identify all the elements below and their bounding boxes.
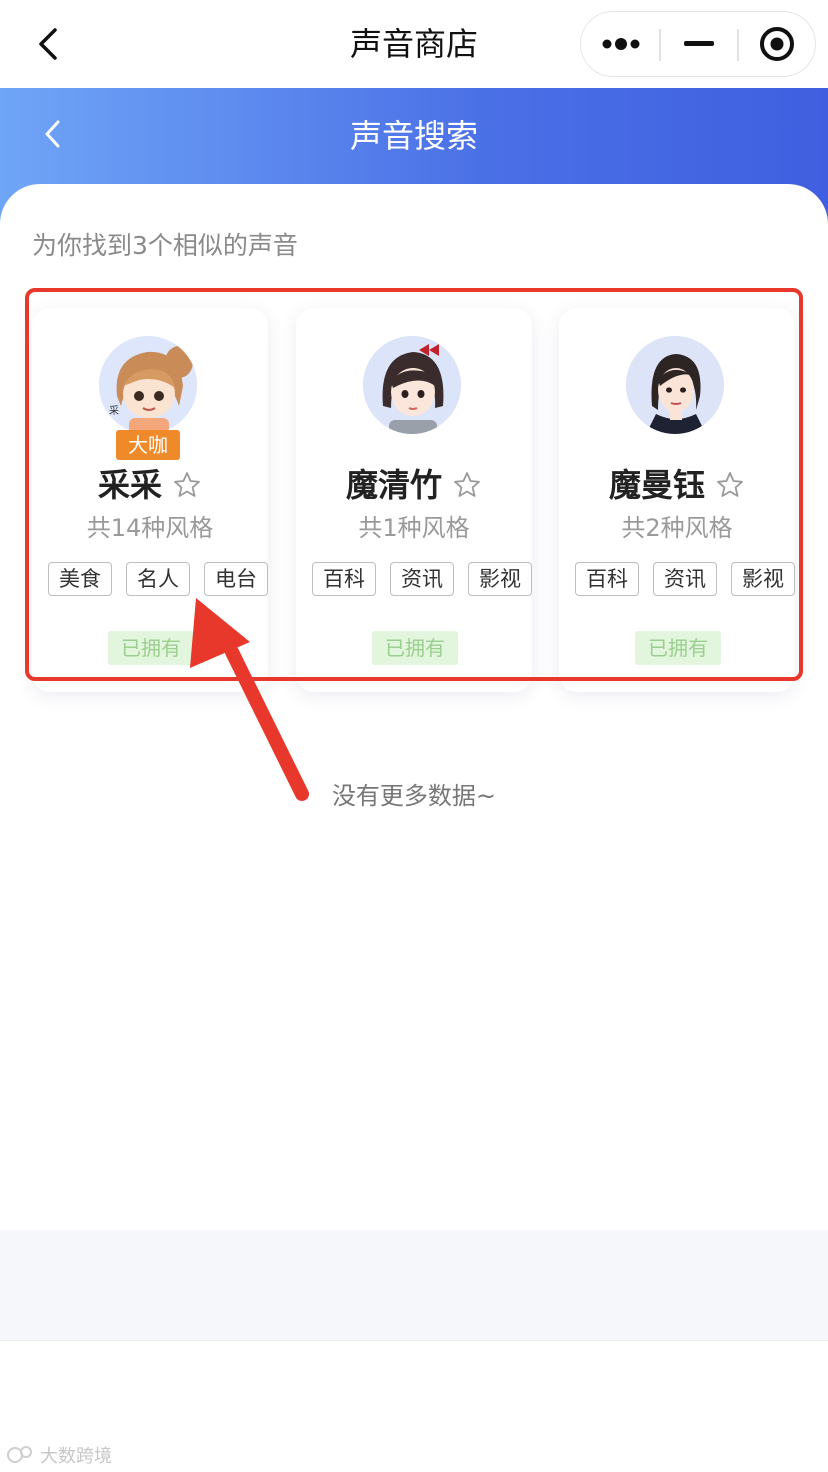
voice-name: 采采 [97, 466, 162, 504]
avatar: 采 [99, 336, 197, 434]
voice-card[interactable]: 魔清竹 共1种风格 百科 资讯 影视 已拥有 [296, 308, 532, 692]
avatar [626, 336, 724, 434]
svg-text:采: 采 [109, 405, 119, 417]
owned-badge: 已拥有 [372, 631, 458, 665]
voice-name: 魔清竹 [345, 466, 442, 504]
star-icon[interactable] [172, 470, 202, 500]
name-row: 魔曼钰 [559, 462, 795, 508]
avatar [363, 336, 461, 434]
watermark-text: 大数跨境 [40, 1446, 112, 1467]
nav-bar: 声音商店 [0, 0, 828, 88]
more-button[interactable] [581, 12, 661, 76]
style-count: 共2种风格 [621, 514, 733, 542]
voice-card[interactable]: 采 大咖 采采 共14种风格 美食 名人 电台 已拥有 [32, 308, 268, 692]
style-count: 共1种风格 [358, 514, 470, 542]
header-title: 声音搜索 [349, 117, 478, 155]
tag[interactable]: 资讯 [390, 562, 454, 596]
tag[interactable]: 百科 [312, 562, 376, 596]
tag[interactable]: 影视 [731, 562, 795, 596]
name-row: 魔清竹 [296, 462, 532, 508]
tag[interactable]: 电台 [204, 562, 268, 596]
tag[interactable]: 百科 [575, 562, 639, 596]
target-close-icon [760, 27, 794, 61]
star-icon[interactable] [715, 470, 745, 500]
no-more-data-text: 没有更多数据~ [331, 782, 497, 810]
owned-badge: 已拥有 [635, 631, 721, 665]
voice-card[interactable]: 魔曼钰 共2种风格 百科 资讯 影视 已拥有 [559, 308, 795, 692]
tag-list: 百科 资讯 影视 [312, 562, 532, 596]
level-badge: 大咖 [116, 430, 180, 460]
tag[interactable]: 美食 [48, 562, 112, 596]
watermark: 大数跨境 [6, 1442, 112, 1468]
watermark-logo-icon [7, 1446, 32, 1463]
more-dots-icon [602, 38, 640, 50]
voice-name: 魔曼钰 [608, 466, 705, 504]
tag[interactable]: 资讯 [653, 562, 717, 596]
bottom-bar [0, 1340, 828, 1472]
bottom-spacer [0, 1230, 828, 1340]
style-count: 共14种风格 [86, 514, 214, 542]
minimize-button[interactable] [661, 12, 737, 76]
close-button[interactable] [739, 12, 815, 76]
name-row: 采采 [32, 462, 268, 508]
results-summary: 为你找到3个相似的声音 [32, 231, 298, 260]
tag[interactable]: 影视 [468, 562, 532, 596]
star-icon[interactable] [452, 470, 482, 500]
tag-list: 美食 名人 电台 [48, 562, 268, 596]
tag-list: 百科 资讯 影视 [575, 562, 795, 596]
owned-badge: 已拥有 [108, 631, 194, 665]
capsule-menu [580, 11, 816, 77]
tag[interactable]: 名人 [126, 562, 190, 596]
minimize-icon [684, 41, 714, 46]
